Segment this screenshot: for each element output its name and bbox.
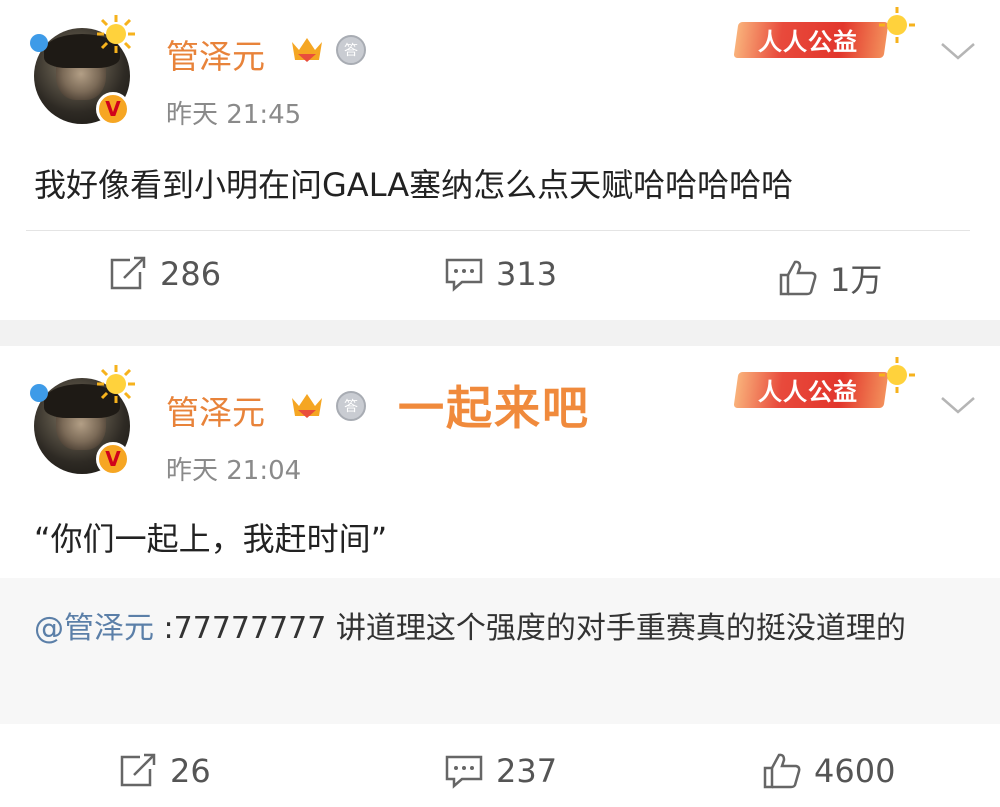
repost-icon — [120, 753, 156, 787]
medal-icon: 答 — [336, 35, 366, 65]
like-icon — [763, 753, 801, 789]
like-button[interactable]: 1万 — [778, 255, 882, 301]
chevron-down-icon[interactable] — [938, 40, 978, 64]
sun-icon — [879, 357, 915, 393]
weibo-post-1: V 管泽元 答 昨天 21:45 人人公益 我好像看到小明在问GALA塞纳怎么点… — [0, 0, 1000, 320]
repost-content: @管泽元 :77777777 讲道理这个强度的对手重赛真的挺没道理的 — [34, 602, 964, 656]
repost-count: 26 — [170, 752, 211, 790]
comment-icon — [445, 258, 483, 292]
sun-icon — [97, 15, 135, 53]
charity-banner[interactable]: 人人公益 — [728, 356, 918, 412]
comment-button[interactable]: 313 — [444, 255, 557, 293]
post-text: “你们一起上，我赶时间” — [34, 520, 388, 558]
timestamp: 昨天 21:04 — [166, 456, 302, 486]
sun-icon — [879, 7, 915, 43]
repost-button[interactable]: 286 — [108, 255, 221, 293]
like-count: 4600 — [814, 752, 896, 790]
repost-text: :77777777 讲道理这个强度的对手重赛真的挺没道理的 — [154, 611, 906, 646]
charity-banner[interactable]: 人人公益 — [728, 6, 918, 62]
like-count: 1万 — [830, 261, 883, 299]
weibo-post-2: V 管泽元 答 一起来吧 昨天 21:04 人人公益 “你们一起上，我赶时间” … — [0, 346, 1000, 807]
charity-banner-label: 人人公益 — [758, 378, 858, 406]
chevron-down-icon[interactable] — [938, 394, 978, 418]
repost-icon — [110, 256, 146, 290]
repost-button[interactable]: 26 — [118, 752, 211, 790]
timestamp: 昨天 21:45 — [166, 100, 302, 130]
like-icon — [779, 260, 817, 296]
comment-button[interactable]: 237 — [444, 752, 557, 790]
balloon-icon — [30, 384, 48, 402]
comment-count: 237 — [496, 752, 558, 790]
post-text: 我好像看到小明在问GALA塞纳怎么点天赋哈哈哈哈哈 — [34, 166, 794, 204]
charity-banner-label: 人人公益 — [758, 28, 858, 56]
verified-badge-icon: V — [96, 92, 130, 126]
repost-count: 286 — [160, 255, 222, 293]
crown-icon — [292, 394, 322, 418]
sun-icon — [97, 365, 135, 403]
divider — [26, 230, 970, 231]
post-separator — [0, 320, 1000, 346]
repost-block[interactable]: @管泽元 :77777777 讲道理这个强度的对手重赛真的挺没道理的 — [0, 578, 1000, 724]
comment-count: 313 — [496, 255, 558, 293]
like-button[interactable]: 4600 — [762, 752, 895, 790]
avatar[interactable]: V — [30, 365, 135, 476]
mention-link[interactable]: @管泽元 — [34, 611, 154, 646]
verified-badge-icon: V — [96, 442, 130, 476]
username[interactable]: 管泽元 — [166, 30, 265, 78]
medal-icon: 答 — [336, 391, 366, 421]
balloon-icon — [30, 34, 48, 52]
overlay-caption: 一起来吧 — [398, 381, 590, 435]
comment-icon — [445, 755, 483, 789]
avatar[interactable]: V — [30, 15, 135, 126]
crown-icon — [292, 38, 322, 62]
username[interactable]: 管泽元 — [166, 386, 265, 434]
